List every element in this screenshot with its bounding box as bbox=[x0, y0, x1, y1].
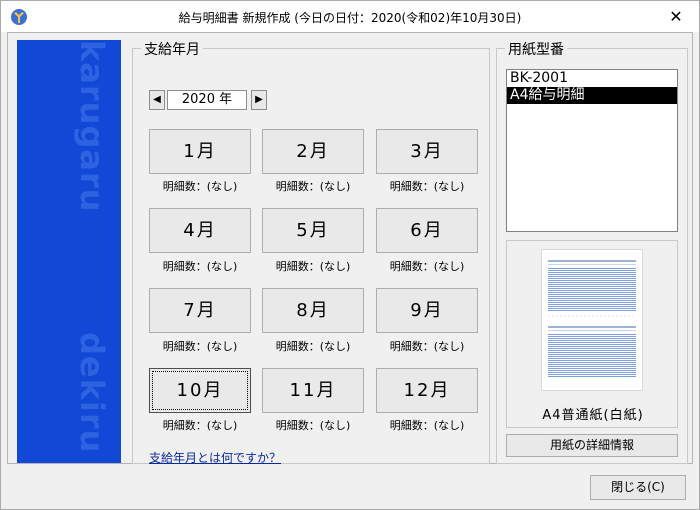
month-button-12[interactable]: 12月 bbox=[376, 368, 478, 413]
paper-type-group: 用紙型番 BK-2001 A4給与明細 A4普通紙(白紙) 用紙の詳細情報 bbox=[496, 39, 688, 464]
window-title: 給与明細書 新規作成 (今日の日付：2020(令和02)年10月30日) bbox=[178, 11, 522, 25]
month-count-8: 明細数：(なし) bbox=[275, 340, 351, 353]
month-count-9: 明細数：(なし) bbox=[389, 340, 465, 353]
payment-month-group: 支給年月 ◀ 2020 年 ▶ 1月 明細数：(なし) 2月 明細数：(なし) … bbox=[132, 39, 490, 466]
month-count-5: 明細数：(なし) bbox=[275, 260, 351, 273]
dialog-window: 給与明細書 新規作成 (今日の日付：2020(令和02)年10月30日) ✕ k… bbox=[0, 0, 700, 510]
title-bar: 給与明細書 新規作成 (今日の日付：2020(令和02)年10月30日) ✕ bbox=[1, 1, 699, 32]
month-button-6[interactable]: 6月 bbox=[376, 208, 478, 253]
paper-type-label: 用紙型番 bbox=[505, 39, 567, 59]
brand-text-top: karugaru bbox=[73, 40, 111, 213]
month-count-11: 明細数：(なし) bbox=[275, 419, 351, 432]
client-area: karugaru dekiru 支給年月 ◀ 2020 年 ▶ 1月 明細数：(… bbox=[7, 32, 693, 466]
close-button[interactable]: 閉じる(C) bbox=[590, 475, 686, 500]
paper-item-a4[interactable]: A4給与明細 bbox=[507, 87, 677, 104]
paper-detail-button[interactable]: 用紙の詳細情報 bbox=[506, 434, 678, 457]
payslip-thumbnail-icon bbox=[548, 260, 636, 377]
prev-year-button[interactable]: ◀ bbox=[149, 90, 165, 110]
payment-month-label: 支給年月 bbox=[141, 39, 203, 59]
close-icon[interactable]: ✕ bbox=[653, 1, 699, 32]
month-button-5[interactable]: 5月 bbox=[262, 208, 364, 253]
paper-preview: A4普通紙(白紙) bbox=[506, 240, 678, 428]
month-button-2[interactable]: 2月 bbox=[262, 129, 364, 174]
month-button-7[interactable]: 7月 bbox=[149, 288, 251, 333]
paper-list[interactable]: BK-2001 A4給与明細 bbox=[506, 69, 678, 232]
brand-text-bottom: dekiru bbox=[73, 332, 111, 454]
year-field[interactable]: 2020 年 bbox=[167, 90, 247, 110]
month-button-10[interactable]: 10月 bbox=[149, 368, 251, 413]
month-button-11[interactable]: 11月 bbox=[262, 368, 364, 413]
month-button-8[interactable]: 8月 bbox=[262, 288, 364, 333]
month-button-4[interactable]: 4月 bbox=[149, 208, 251, 253]
month-count-7: 明細数：(なし) bbox=[162, 340, 238, 353]
arrow-left-icon: ◀ bbox=[153, 94, 161, 105]
month-count-2: 明細数：(なし) bbox=[275, 180, 351, 193]
month-count-10: 明細数：(なし) bbox=[162, 419, 238, 432]
month-button-1[interactable]: 1月 bbox=[149, 129, 251, 174]
month-count-1: 明細数：(なし) bbox=[162, 180, 238, 193]
month-count-6: 明細数：(なし) bbox=[389, 260, 465, 273]
month-button-9[interactable]: 9月 bbox=[376, 288, 478, 333]
help-link[interactable]: 支給年月とは何ですか？ bbox=[149, 449, 281, 466]
month-count-12: 明細数：(なし) bbox=[389, 419, 465, 432]
month-count-4: 明細数：(なし) bbox=[162, 260, 238, 273]
month-count-3: 明細数：(なし) bbox=[389, 180, 465, 193]
arrow-right-icon: ▶ bbox=[255, 94, 263, 105]
paper-item-bk2001[interactable]: BK-2001 bbox=[507, 70, 677, 87]
next-year-button[interactable]: ▶ bbox=[251, 90, 267, 110]
paper-preview-caption: A4普通紙(白紙) bbox=[542, 408, 644, 423]
month-button-3[interactable]: 3月 bbox=[376, 129, 478, 174]
brand-panel: karugaru dekiru bbox=[17, 40, 121, 463]
paper-preview-image bbox=[541, 249, 643, 391]
